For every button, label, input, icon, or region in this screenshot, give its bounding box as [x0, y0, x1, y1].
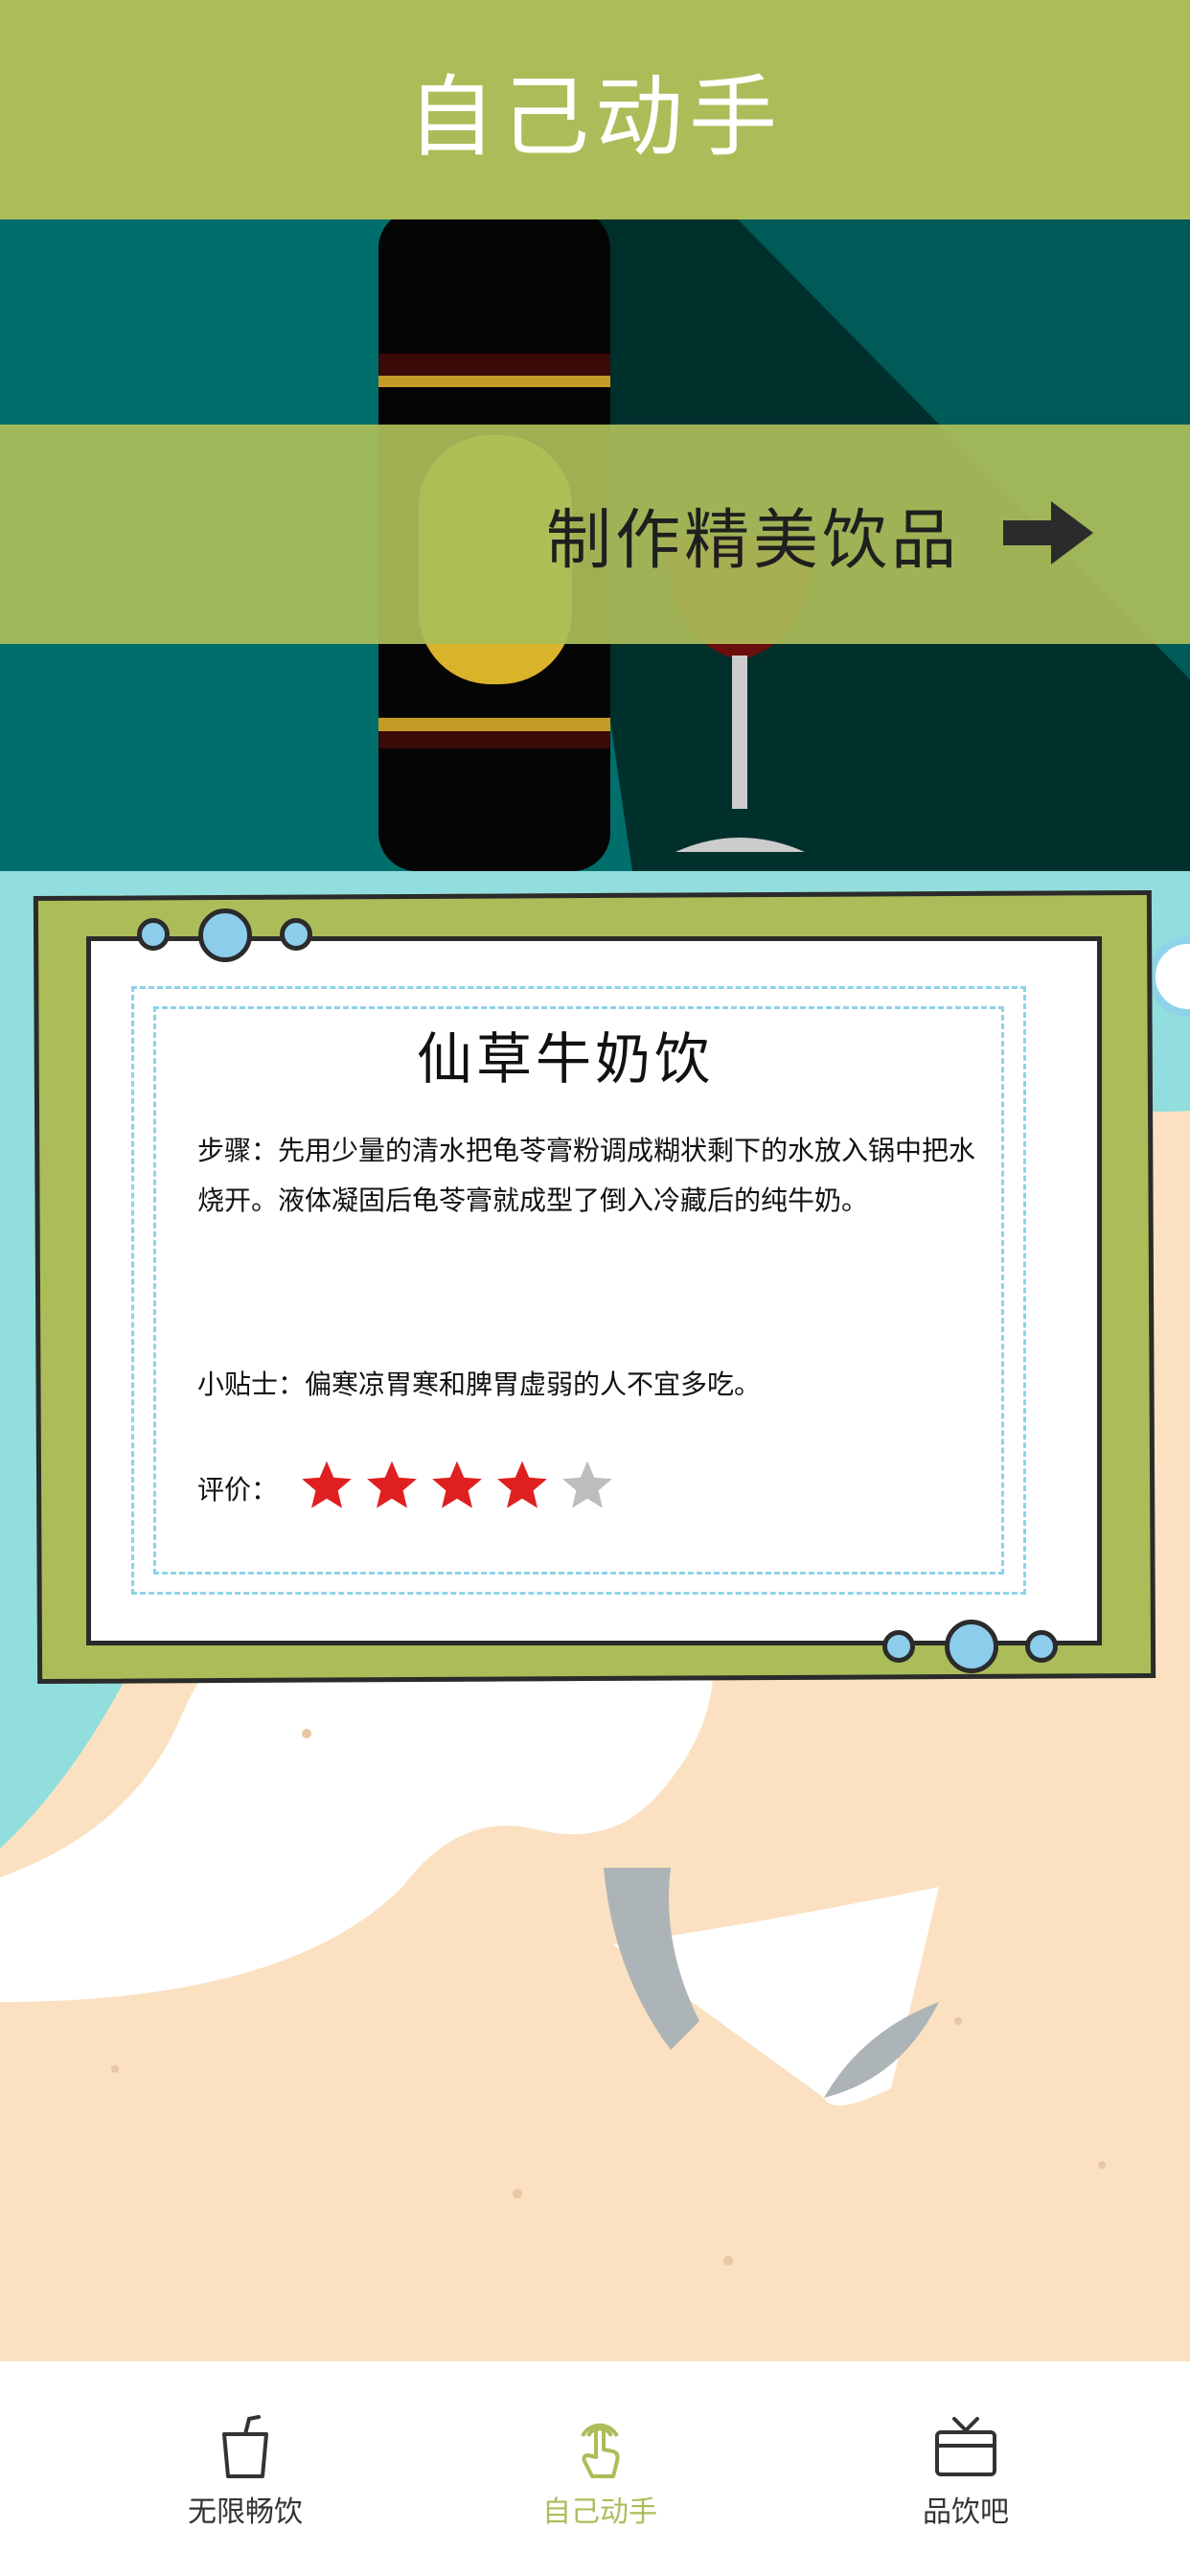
- star-empty-icon: [562, 1460, 612, 1508]
- decor-dot: [198, 908, 252, 962]
- recipe-steps: 步骤：先用少量的清水把龟苓膏粉调成糊状剩下的水放入锅中把水烧开。液体凝固后龟苓膏…: [197, 1135, 976, 1216]
- decor-dot: [137, 918, 170, 951]
- app-header: 自己动手: [0, 0, 1190, 219]
- recipe-tip: 小贴士：偏寒凉胃寒和脾胃虚弱的人不宜多吃。: [197, 1368, 762, 1400]
- tv-box-icon: [935, 2417, 996, 2476]
- tab-label: 无限畅饮: [188, 2496, 303, 2529]
- rating-stars: [299, 1458, 625, 1515]
- recipe-title: 仙草牛奶饮: [416, 1026, 714, 1092]
- hero-banner[interactable]: 制作精美饮品: [0, 219, 1190, 871]
- tab-label: 自己动手: [542, 2496, 657, 2529]
- tab-diy[interactable]: 自己动手: [485, 2361, 715, 2576]
- rating-label: 评价：: [197, 1474, 279, 1506]
- page-title: 自己动手: [406, 66, 783, 169]
- decor-dot: [882, 1630, 915, 1663]
- drink-cup-icon: [222, 2415, 268, 2478]
- tab-label: 品饮吧: [923, 2496, 1009, 2529]
- hand-tap-icon: [581, 2423, 620, 2478]
- star-filled-icon: [367, 1460, 417, 1508]
- star-filled-icon: [302, 1460, 352, 1508]
- decor-dot: [1025, 1630, 1058, 1663]
- arrow-right-icon[interactable]: [1001, 497, 1095, 568]
- decor-dot: [945, 1620, 998, 1673]
- tab-unlimited-drinks[interactable]: 无限畅饮: [130, 2361, 360, 2576]
- star-filled-icon: [432, 1460, 482, 1508]
- bottom-tab-bar: 无限畅饮 自己动手 品饮吧: [0, 2361, 1190, 2576]
- star-filled-icon: [497, 1460, 547, 1508]
- decor-dot: [280, 918, 312, 951]
- tab-tasting-bar[interactable]: 品饮吧: [851, 2361, 1081, 2576]
- hero-caption[interactable]: 制作精美饮品: [546, 425, 960, 644]
